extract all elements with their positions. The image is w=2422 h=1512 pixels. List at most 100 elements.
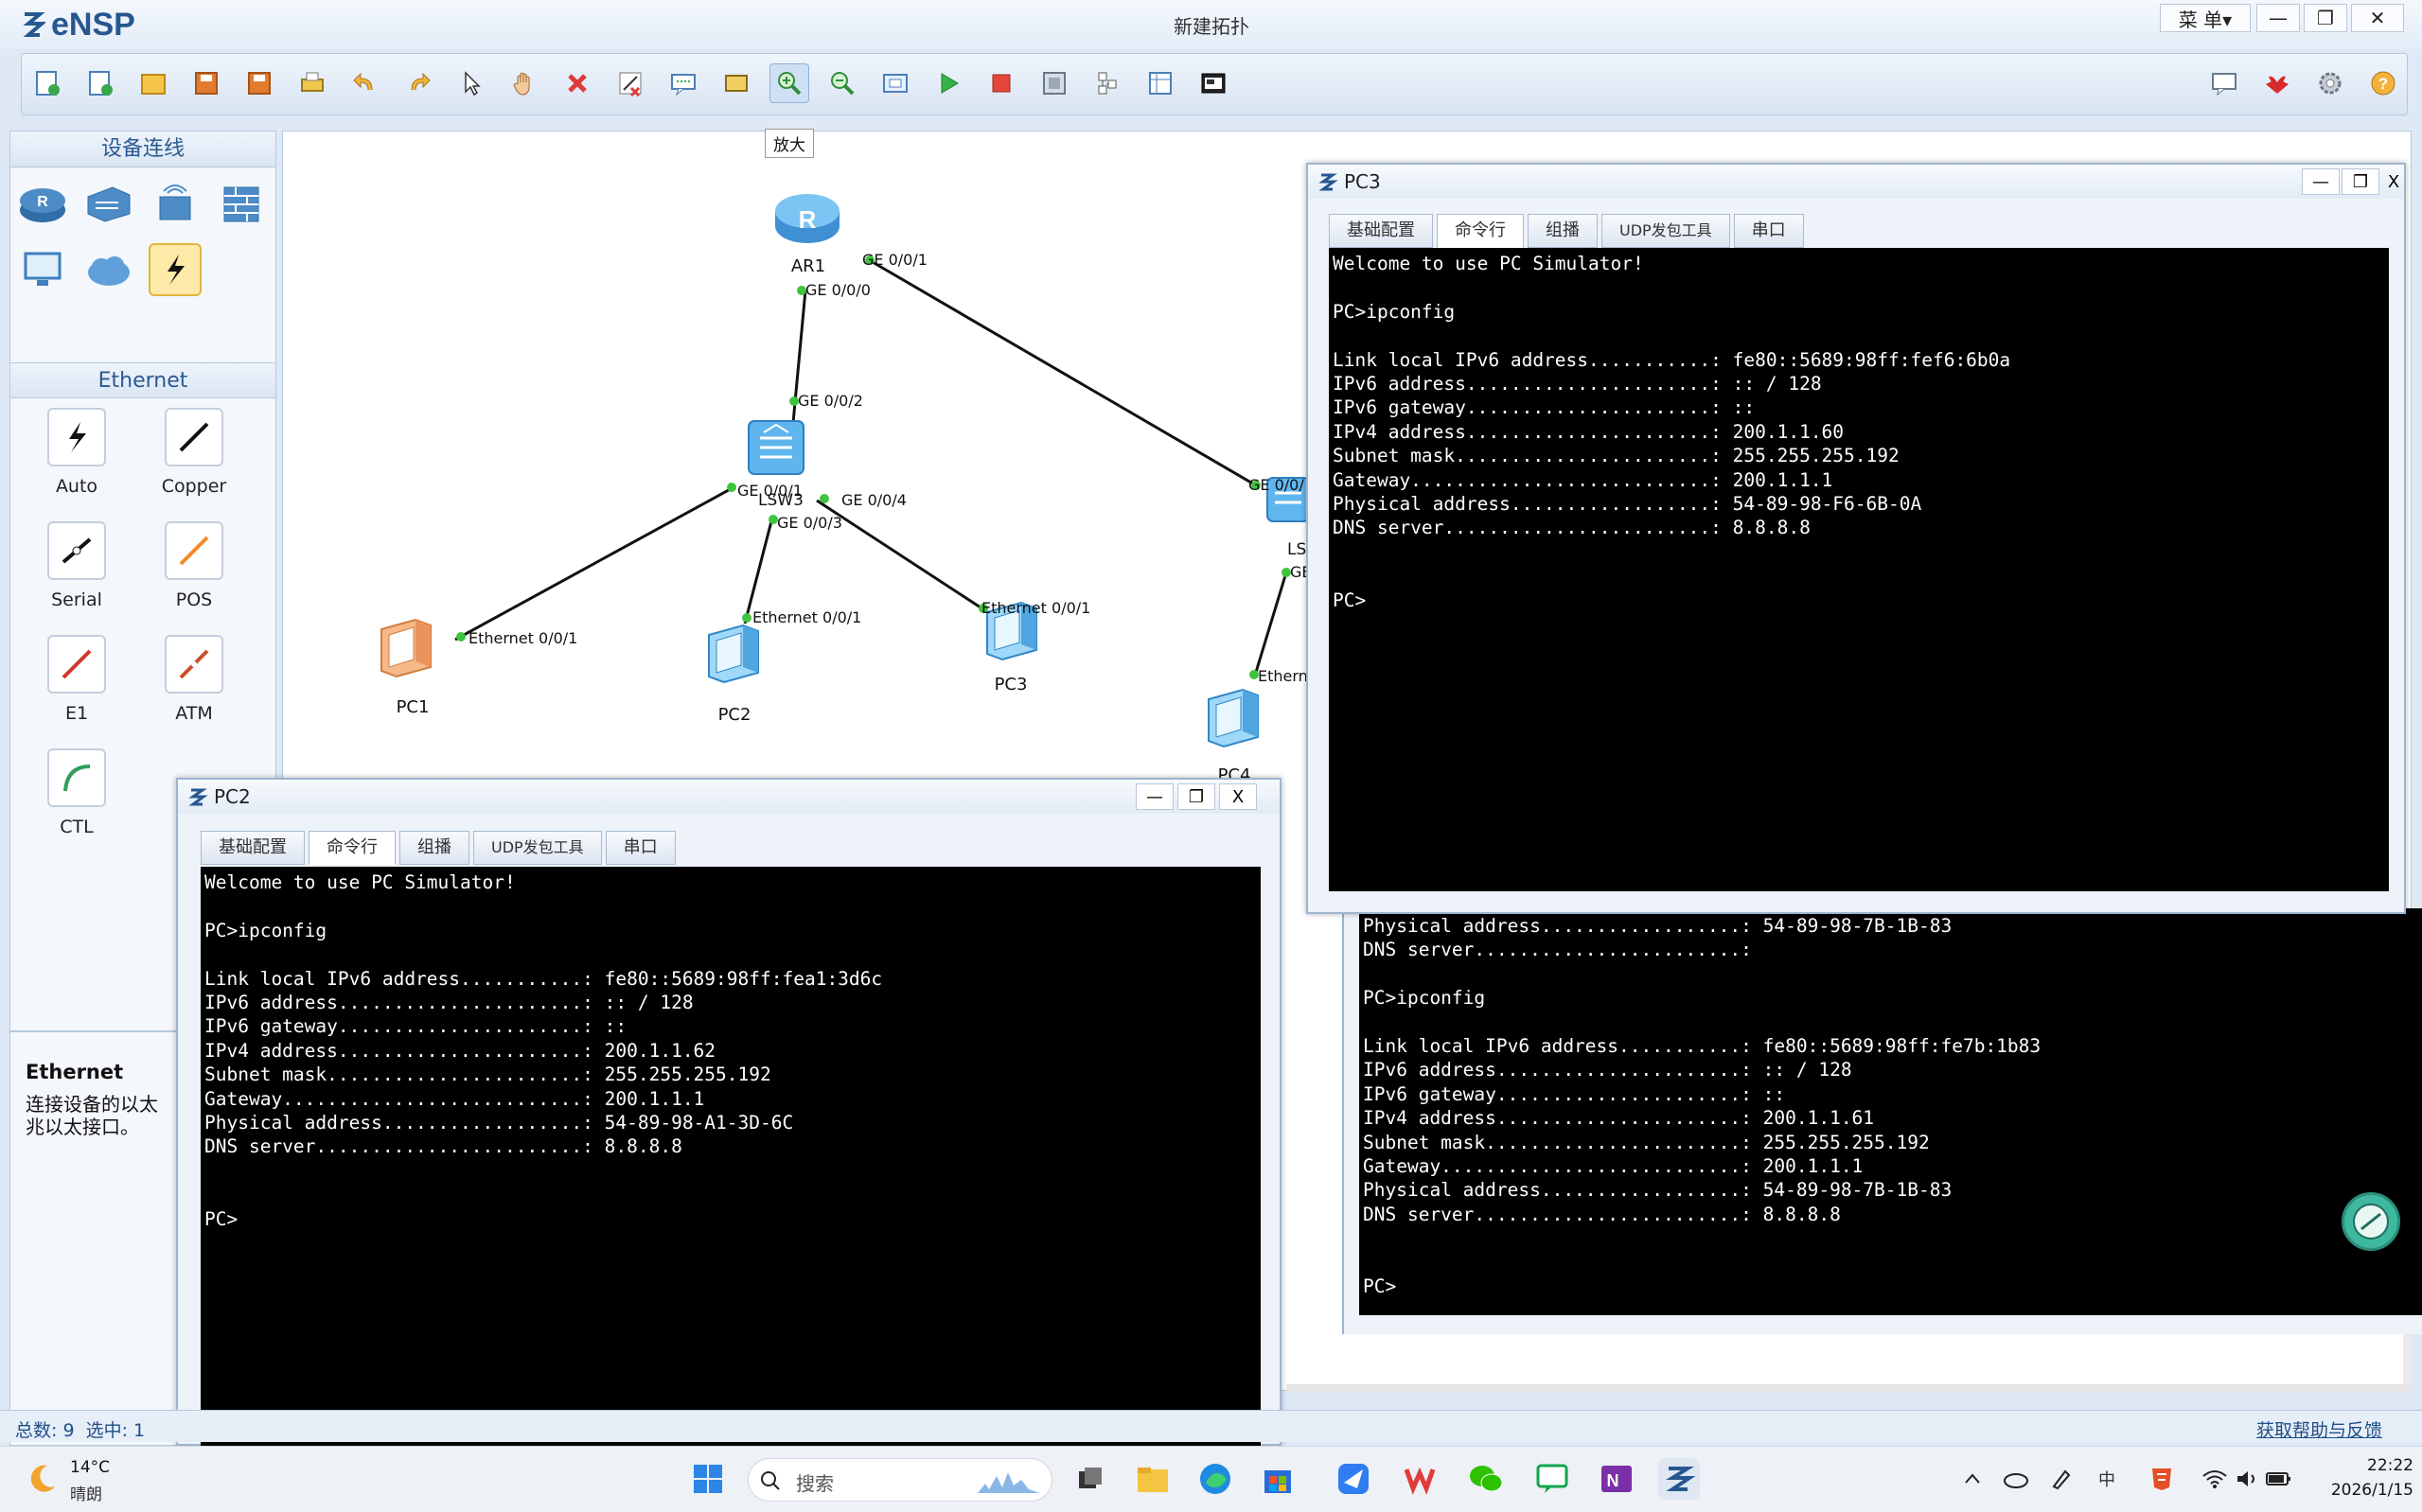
grid-icon[interactable] [1140, 63, 1180, 103]
new-example-icon[interactable] [80, 63, 120, 103]
topology-icon[interactable] [1087, 63, 1127, 103]
delete-icon[interactable] [557, 63, 597, 103]
cloud-icon[interactable] [1995, 1458, 2037, 1500]
cable-e1[interactable]: E1 [20, 635, 133, 724]
maximize-button[interactable]: ❐ [1177, 783, 1215, 810]
cable-ctl[interactable]: CTL [20, 748, 133, 837]
horizontal-scrollbar[interactable] [1286, 1384, 2413, 1392]
pc1-device[interactable] [372, 614, 448, 686]
pc4-device[interactable] [1199, 684, 1275, 756]
windows-start-icon[interactable] [687, 1458, 729, 1500]
zoom-in-icon[interactable] [769, 63, 809, 103]
cable-auto[interactable]: Auto [20, 408, 133, 497]
minimize-button[interactable]: — [2256, 4, 2300, 32]
wechat-icon[interactable] [1465, 1458, 1507, 1500]
router-ar1[interactable]: R [771, 183, 843, 253]
assistant-widget-icon[interactable] [2342, 1192, 2400, 1251]
tab-serial[interactable]: 串口 [605, 831, 676, 865]
tab-multicast[interactable]: 组播 [1528, 214, 1598, 248]
tab-command-line[interactable]: 命令行 [309, 831, 396, 865]
weather-icon[interactable] [25, 1462, 59, 1500]
redo-icon[interactable] [398, 63, 438, 103]
tab-udp-tool[interactable]: UDP发包工具 [1601, 214, 1730, 248]
clock-date[interactable]: 2026/1/15 [2300, 1481, 2413, 1500]
restore-button[interactable]: ❐ [2304, 4, 2347, 32]
text-note-icon[interactable] [663, 63, 703, 103]
cable-section-title: Ethernet [10, 362, 275, 398]
cable-copper[interactable]: Copper [137, 408, 251, 497]
tab-serial[interactable]: 串口 [1733, 214, 1804, 248]
save-as-icon[interactable] [239, 63, 279, 103]
close-button[interactable]: ✕ [2351, 4, 2404, 32]
feishu-icon[interactable] [1333, 1458, 1374, 1500]
wlan-category-icon[interactable] [149, 177, 202, 230]
settings-icon[interactable] [2310, 63, 2350, 103]
huawei-icon[interactable] [2257, 63, 2297, 103]
close-button[interactable]: X [1219, 783, 1257, 810]
select-icon[interactable] [451, 63, 491, 103]
html-icon[interactable] [2141, 1458, 2183, 1500]
router-icon: R [775, 194, 840, 243]
firewall-category-icon[interactable] [215, 177, 268, 230]
cable-category-icon[interactable] [149, 243, 202, 296]
minimize-button[interactable]: — [2302, 168, 2340, 195]
pc4-console[interactable]: Physical address..................: 54-8… [1359, 908, 2422, 1315]
chat-icon[interactable] [2204, 63, 2244, 103]
onenote-icon[interactable]: N [1596, 1458, 1637, 1500]
clock-time[interactable]: 22:22 [2338, 1456, 2413, 1475]
window-title: 新建拓扑 [1174, 15, 1249, 38]
undo-icon[interactable] [345, 63, 385, 103]
cable-serial[interactable]: Serial [20, 521, 133, 610]
zoom-out-icon[interactable] [822, 63, 862, 103]
print-icon[interactable] [292, 63, 332, 103]
ensp-taskbar-icon[interactable] [1658, 1458, 1700, 1500]
cable-atm[interactable]: ATM [137, 635, 251, 724]
switch-category-icon[interactable] [82, 177, 135, 230]
cloud-category-icon[interactable] [82, 243, 135, 296]
stop-device-icon[interactable] [981, 63, 1021, 103]
pc3-console[interactable]: Welcome to use PC Simulator! PC>ipconfig… [1329, 248, 2389, 891]
delete-link-icon[interactable] [610, 63, 650, 103]
device-section-title: 设备连线 [10, 132, 275, 167]
pen-icon[interactable] [2041, 1458, 2082, 1500]
tab-command-line[interactable]: 命令行 [1437, 214, 1524, 248]
store-icon[interactable] [1257, 1458, 1299, 1500]
fit-icon[interactable] [875, 63, 915, 103]
message-icon[interactable] [1531, 1458, 1573, 1500]
rectangle-icon[interactable] [716, 63, 756, 103]
console-icon[interactable] [1193, 63, 1233, 103]
tab-basic-config[interactable]: 基础配置 [201, 831, 305, 865]
cable-pos[interactable]: POS [137, 521, 251, 610]
pc2-console[interactable]: Welcome to use PC Simulator! PC>ipconfig… [201, 867, 1261, 1446]
tab-udp-tool[interactable]: UDP发包工具 [473, 831, 602, 865]
capture-icon[interactable] [1034, 63, 1074, 103]
minimize-button[interactable]: — [1136, 783, 1174, 810]
new-topology-icon[interactable] [27, 63, 67, 103]
maximize-button[interactable]: ❐ [2342, 168, 2379, 195]
tab-multicast[interactable]: 组播 [399, 831, 469, 865]
open-icon[interactable] [133, 63, 173, 103]
svg-text:R: R [37, 194, 48, 210]
taskbar-search-box[interactable]: 搜索 [748, 1458, 1052, 1502]
task-view-icon[interactable] [1070, 1458, 1111, 1500]
start-device-icon[interactable] [928, 63, 968, 103]
switch-lsw3[interactable] [743, 415, 809, 482]
pan-hand-icon[interactable] [504, 63, 544, 103]
pc2-tab-bar: 基础配置 命令行 组播 UDP发包工具 串口 [201, 831, 676, 865]
wps-icon[interactable] [1399, 1458, 1441, 1500]
pc2-device[interactable] [699, 620, 775, 692]
tab-basic-config[interactable]: 基础配置 [1329, 214, 1433, 248]
help-feedback-link[interactable]: 获取帮助与反馈 [2256, 1416, 2382, 1442]
chevron-up-icon[interactable] [1952, 1458, 1993, 1500]
router-category-icon[interactable]: R [16, 177, 69, 230]
battery-icon[interactable] [2258, 1458, 2300, 1500]
close-button[interactable]: X [2381, 168, 2406, 195]
menu-button[interactable]: 菜 单▾ [2160, 4, 2251, 32]
app-logo: eNSP [21, 7, 135, 43]
save-icon[interactable] [186, 63, 226, 103]
pc-category-icon[interactable] [16, 243, 69, 296]
ime-icon[interactable]: 中 [2086, 1458, 2128, 1500]
help-icon[interactable]: ? [2363, 63, 2403, 103]
edge-icon[interactable] [1194, 1458, 1236, 1500]
file-explorer-icon[interactable] [1132, 1458, 1174, 1500]
